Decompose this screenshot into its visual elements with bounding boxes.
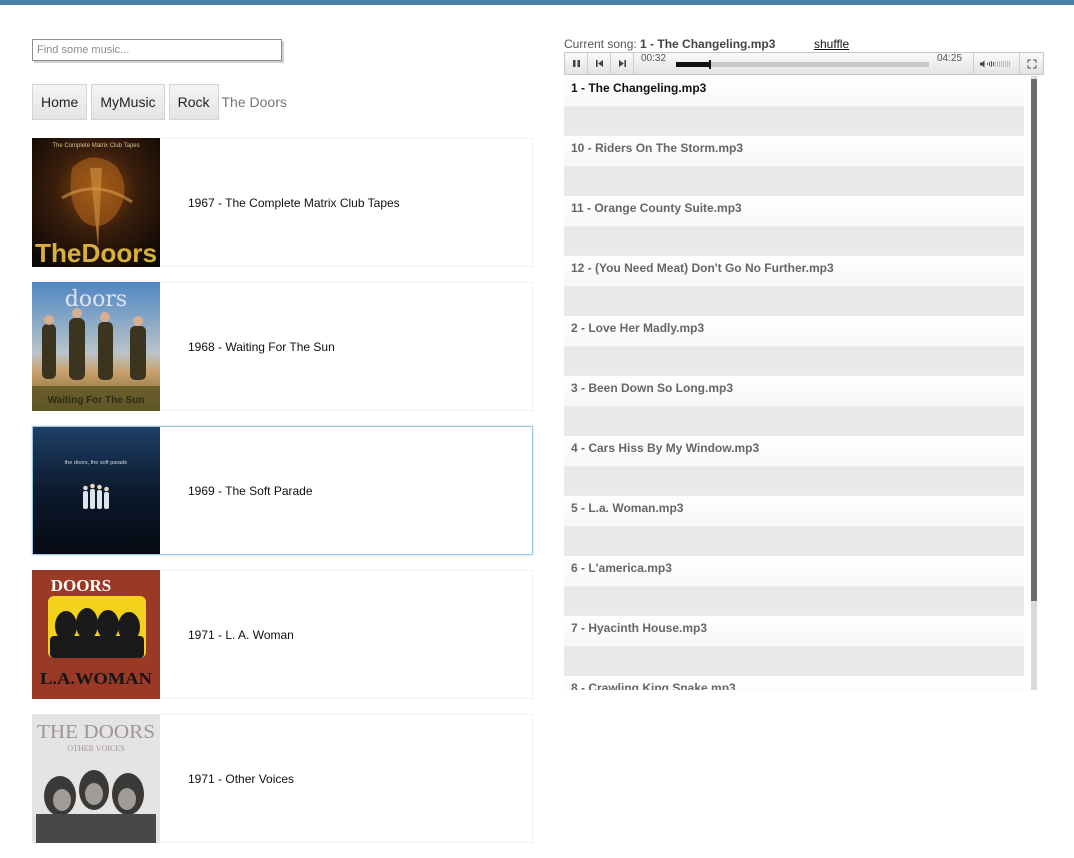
playlist-item-label: 12 - (You Need Meat) Don't Go No Further… <box>571 261 834 275</box>
current-song-line: Current song: 1 - The Changeling.mp3 <box>564 37 775 51</box>
shuffle-link[interactable]: shuffle <box>814 37 849 51</box>
album-item[interactable]: THE DOORS OTHER VOICES 1971 - Other Voic… <box>32 714 533 843</box>
album-cover-matrix-club-tapes: The Complete Matrix Club Tapes TheDoors <box>32 138 160 267</box>
progress-handle[interactable] <box>709 60 711 69</box>
playlist-item-label: 2 - Love Her Madly.mp3 <box>571 321 705 335</box>
playlist-item[interactable]: 5 - L.a. Woman.mp3 <box>564 496 1024 556</box>
breadcrumb-home-button[interactable]: Home <box>32 84 88 120</box>
breadcrumb-current: The Doors <box>221 94 287 110</box>
svg-text:doors: doors <box>65 287 127 312</box>
playlist: 1 - The Changeling.mp3 10 - Riders On The… <box>564 76 1040 690</box>
playlist-item[interactable]: 6 - L'america.mp3 <box>564 556 1024 616</box>
volume-icon <box>980 60 1010 67</box>
album-cover-soft-parade: the doors, the soft parade <box>33 427 161 556</box>
svg-text:The Complete Matrix Club Tapes: The Complete Matrix Club Tapes <box>52 143 139 149</box>
playlist-item[interactable]: 11 - Orange County Suite.mp3 <box>564 196 1024 256</box>
album-cover-waiting-for-the-sun: doors Waiting For The Sun <box>32 282 160 411</box>
album-cover-other-voices: THE DOORS OTHER VOICES <box>32 714 160 843</box>
fullscreen-button[interactable] <box>1020 53 1043 74</box>
album-list: The Complete Matrix Club Tapes TheDoors … <box>32 138 533 858</box>
duration-time: 04:25 <box>937 53 963 64</box>
album-item[interactable]: DOORS L.A.WOMAN 1971 - L. A. Woman <box>32 570 533 699</box>
search-input[interactable] <box>32 39 282 61</box>
svg-text:the doors, the soft parade: the doors, the soft parade <box>65 460 128 466</box>
breadcrumb: Home MyMusic Rock The Doors <box>32 84 287 120</box>
progress-fill <box>676 62 709 67</box>
progress-track[interactable] <box>676 60 929 69</box>
playlist-item[interactable]: 4 - Cars Hiss By My Window.mp3 <box>564 436 1024 496</box>
svg-text:L.A.WOMAN: L.A.WOMAN <box>40 669 153 688</box>
playlist-item-label: 6 - L'america.mp3 <box>571 561 672 575</box>
playlist-item-label: 5 - L.a. Woman.mp3 <box>571 501 684 515</box>
divider <box>633 53 634 74</box>
playlist-item[interactable]: 7 - Hyacinth House.mp3 <box>564 616 1024 676</box>
next-button[interactable] <box>611 53 633 74</box>
playlist-item-label: 3 - Been Down So Long.mp3 <box>571 381 734 395</box>
playlist-item-label: 4 - Cars Hiss By My Window.mp3 <box>571 441 760 455</box>
playlist-item[interactable]: 10 - Riders On The Storm.mp3 <box>564 136 1024 196</box>
album-title: 1969 - The Soft Parade <box>188 483 313 498</box>
svg-text:OTHER VOICES: OTHER VOICES <box>67 744 124 753</box>
playlist-item[interactable]: 2 - Love Her Madly.mp3 <box>564 316 1024 376</box>
playlist-item-active[interactable]: 1 - The Changeling.mp3 <box>564 76 1024 136</box>
playlist-item-label: 7 - Hyacinth House.mp3 <box>571 621 708 635</box>
svg-text:THE DOORS: THE DOORS <box>37 721 155 743</box>
playlist-item-label: 10 - Riders On The Storm.mp3 <box>571 141 744 155</box>
album-title: 1971 - L. A. Woman <box>188 627 294 642</box>
current-song-label: Current song: <box>564 37 641 51</box>
previous-icon <box>595 60 603 67</box>
svg-text:DOORS: DOORS <box>51 576 111 595</box>
elapsed-time: 00:32 <box>641 53 667 64</box>
fullscreen-icon <box>1027 59 1036 68</box>
pause-button[interactable] <box>565 53 587 74</box>
playlist-item[interactable]: 12 - (You Need Meat) Don't Go No Further… <box>564 256 1024 316</box>
album-title: 1967 - The Complete Matrix Club Tapes <box>188 195 400 210</box>
svg-text:Waiting For The Sun: Waiting For The Sun <box>48 395 145 406</box>
playlist-item-label: 8 - Crawling King Snake.mp3 <box>571 681 736 690</box>
playlist-item[interactable]: 8 - Crawling King Snake.mp3 <box>564 676 1024 690</box>
playlist-item-label: 1 - The Changeling.mp3 <box>571 81 707 95</box>
volume-control[interactable] <box>977 53 1015 74</box>
playlist-item-label: 11 - Orange County Suite.mp3 <box>571 201 742 215</box>
album-item[interactable]: doors Waiting For The Sun 1968 - Waiting… <box>32 282 533 411</box>
playlist-scrollbar-thumb[interactable] <box>1031 79 1037 601</box>
album-cover-la-woman: DOORS L.A.WOMAN <box>32 570 160 699</box>
pause-icon <box>572 60 580 67</box>
svg-text:TheDoors: TheDoors <box>35 238 157 267</box>
album-title: 1968 - Waiting For The Sun <box>188 339 335 354</box>
breadcrumb-rock-button[interactable]: Rock <box>168 84 219 120</box>
breadcrumb-mymusic-button[interactable]: MyMusic <box>91 84 165 120</box>
next-icon <box>618 60 626 67</box>
album-item[interactable]: The Complete Matrix Club Tapes TheDoors … <box>32 138 533 267</box>
previous-button[interactable] <box>588 53 610 74</box>
divider <box>973 53 974 74</box>
audio-player-controls: 00:32 04:25 <box>564 52 1044 75</box>
current-song-title: 1 - The Changeling.mp3 <box>640 37 776 51</box>
top-accent-bar <box>0 0 1074 5</box>
album-title: 1971 - Other Voices <box>188 771 295 786</box>
playlist-item[interactable]: 3 - Been Down So Long.mp3 <box>564 376 1024 436</box>
album-item-selected[interactable]: the doors, the soft parade 1969 - The So… <box>32 426 533 555</box>
